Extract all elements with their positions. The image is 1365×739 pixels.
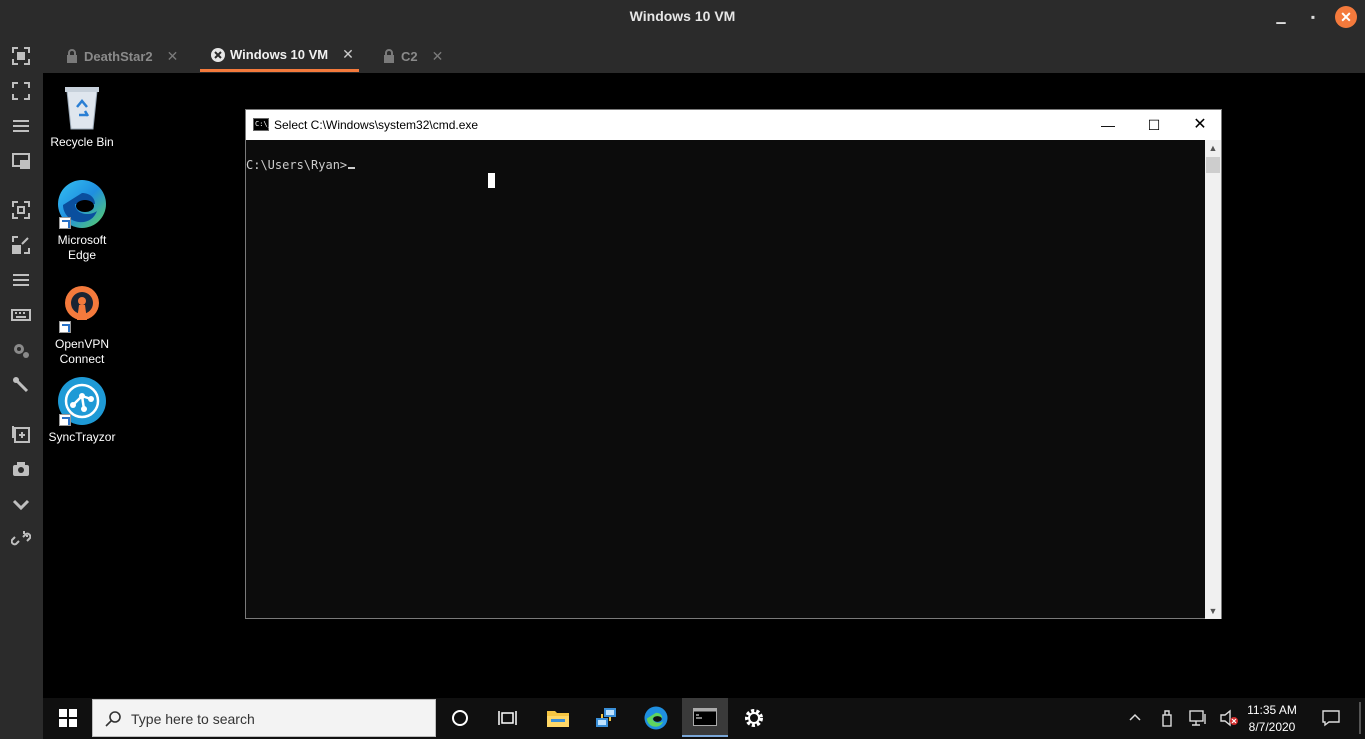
task-view-icon — [498, 710, 517, 725]
cmd-app-icon: C:\_ — [253, 118, 272, 131]
keyboard-icon[interactable] — [11, 305, 31, 325]
recycle-bin-icon — [57, 81, 107, 131]
menu-icon[interactable] — [11, 116, 31, 136]
app-maximize-button[interactable]: ▪ — [1302, 6, 1324, 28]
settings-icon[interactable] — [11, 340, 31, 360]
mouse-cursor — [488, 173, 495, 188]
cmd-close-button[interactable]: ✕ — [1177, 110, 1223, 140]
scroll-down-button[interactable]: ▼ — [1205, 603, 1221, 619]
action-center-icon[interactable] — [1321, 708, 1341, 728]
show-desktop-button[interactable] — [1359, 702, 1361, 734]
chevron-down-icon[interactable] — [11, 494, 31, 514]
edge-icon — [57, 179, 107, 229]
tab-close-button[interactable]: ✕ — [432, 48, 444, 65]
cmd-prompt: C:\Users\Ryan> — [246, 158, 348, 172]
clock-date: 8/7/2020 — [1248, 720, 1296, 734]
unlink-icon[interactable] — [10, 529, 32, 549]
taskbar: Type here to search 11:35 AM 8/7/2020 — [43, 698, 1365, 739]
tab-label: C2 — [401, 48, 418, 64]
cmd-scrollbar[interactable]: ▲ ▼ — [1205, 140, 1221, 619]
taskbar-search-box[interactable]: Type here to search — [92, 699, 436, 737]
text-cursor — [348, 167, 356, 169]
app-titlebar: Windows 10 VM ▁ ▪ ✕ — [0, 0, 1365, 34]
folder-icon — [547, 710, 569, 727]
cmd-title: Select C:\Windows\system32\cmd.exe — [274, 118, 479, 132]
tray-network-icon[interactable] — [1188, 708, 1208, 728]
desktop-icon-synctrayzor[interactable]: SyncTrayzor — [43, 376, 121, 445]
cmd-console[interactable]: C:\Users\Ryan> — [246, 140, 1205, 619]
cmd-prompt-line: C:\Users\Ryan> — [246, 158, 356, 172]
taskbar-clock[interactable]: 11:35 AM 8/7/2020 — [1241, 702, 1303, 736]
scroll-up-button[interactable]: ▲ — [1205, 140, 1221, 156]
lock-icon — [67, 49, 77, 63]
fullscreen-icon[interactable] — [11, 81, 31, 101]
gear-icon — [745, 708, 763, 727]
tray-volume-muted-icon[interactable] — [1219, 708, 1239, 728]
tab-close-button[interactable]: ✕ — [167, 48, 179, 65]
tool-rail — [0, 34, 43, 739]
shortcut-arrow-icon — [59, 414, 71, 426]
tab-windows-10-vm[interactable]: Windows 10 VM ✕ — [200, 40, 359, 72]
app-close-button[interactable]: ✕ — [1335, 6, 1357, 28]
openvpn-icon — [57, 283, 107, 333]
camera-icon[interactable] — [11, 459, 31, 479]
cmd-window[interactable]: C:\_ Select C:\Windows\system32\cmd.exe … — [245, 109, 1222, 619]
synctrayzor-icon — [57, 376, 107, 426]
network-app-icon — [596, 707, 616, 727]
cortana-button[interactable] — [437, 698, 483, 737]
cortana-icon — [452, 709, 468, 726]
app-title: Windows 10 VM — [629, 8, 736, 24]
cmd-minimize-button[interactable]: — — [1085, 110, 1131, 140]
taskbar-file-explorer[interactable] — [535, 698, 581, 737]
tray-show-hidden-icon[interactable] — [1125, 708, 1145, 728]
desktop-icon-openvpn-connect[interactable]: OpenVPN Connect — [43, 283, 121, 367]
tray-usb-icon[interactable] — [1157, 708, 1177, 728]
tab-label: DeathStar2 — [84, 48, 153, 64]
shortcut-arrow-icon — [59, 321, 71, 333]
search-placeholder: Type here to search — [131, 711, 255, 727]
app-minimize-button[interactable]: ▁ — [1270, 6, 1292, 28]
add-window-icon[interactable] — [11, 424, 31, 444]
taskbar-edge[interactable] — [633, 698, 679, 737]
screenshot-icon[interactable] — [11, 46, 31, 66]
resize-icon[interactable] — [11, 235, 31, 255]
cmd-maximize-button[interactable]: ☐ — [1131, 110, 1177, 140]
desktop-icon-label: SyncTrayzor — [48, 430, 116, 444]
task-view-button[interactable] — [485, 698, 531, 737]
tab-label: Windows 10 VM — [230, 47, 329, 62]
screenshot-alt-icon[interactable] — [11, 200, 31, 220]
tab-bar: DeathStar2 ✕ Windows 10 VM ✕ C2 ✕ — [43, 34, 1365, 73]
desktop-icon-microsoft-edge[interactable]: Microsoft Edge — [43, 179, 121, 263]
search-icon — [105, 711, 121, 727]
windows-vm-icon — [211, 47, 225, 62]
cmd-icon — [693, 707, 717, 726]
start-button[interactable] — [45, 698, 91, 737]
edge-icon — [644, 705, 668, 730]
tab-deathstar2[interactable]: DeathStar2 ✕ — [65, 40, 178, 72]
clock-time: 11:35 AM — [1247, 703, 1297, 717]
tab-close-button[interactable]: ✕ — [342, 46, 354, 63]
menu-alt-icon[interactable] — [11, 270, 31, 290]
taskbar-network-app[interactable] — [584, 698, 630, 737]
wrench-icon[interactable] — [11, 375, 31, 395]
tab-c2[interactable]: C2 ✕ — [382, 40, 443, 72]
desktop-icon-label: OpenVPN Connect — [54, 337, 110, 366]
desktop-icon-recycle-bin[interactable]: Recycle Bin — [43, 81, 121, 150]
shortcut-arrow-icon — [59, 217, 71, 229]
desktop-icon-label: Recycle Bin — [50, 135, 114, 149]
taskbar-cmd[interactable] — [682, 698, 728, 737]
windows-logo-icon — [59, 708, 77, 727]
lock-icon — [384, 49, 394, 63]
cmd-titlebar[interactable]: C:\_ Select C:\Windows\system32\cmd.exe … — [246, 110, 1221, 140]
scroll-thumb[interactable] — [1206, 157, 1220, 173]
desktop-icon-label: Microsoft Edge — [57, 233, 107, 262]
taskbar-settings[interactable] — [731, 698, 777, 737]
window-icon[interactable] — [11, 151, 31, 171]
